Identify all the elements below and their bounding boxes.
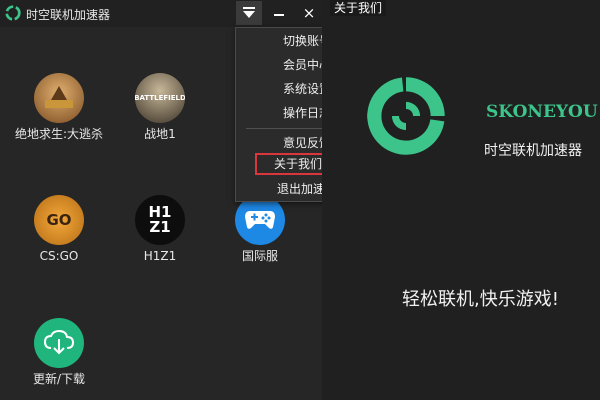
menu-icon — [243, 7, 255, 18]
pubg-icon — [34, 73, 84, 123]
menu-button[interactable] — [236, 1, 262, 25]
battlefield-icon: BATTLEFIELD — [135, 73, 185, 123]
app-title: 时空联机加速器 — [26, 8, 111, 22]
cloud-download-icon — [34, 318, 84, 368]
update-download-tile[interactable]: 更新/下载 — [14, 318, 104, 387]
brand-name-chinese: 时空联机加速器 — [484, 143, 582, 159]
about-panel: 关于我们 SKONEYOU 时空联机加速器 轻松联机,快乐游戏! — [322, 0, 600, 400]
game-label: 绝地求生:大逃杀 — [14, 127, 104, 141]
game-tile-battlefield1[interactable]: BATTLEFIELD 战地1 — [115, 73, 205, 142]
about-window-title: 关于我们 — [330, 0, 387, 16]
h1z1-icon: H1 Z1 — [135, 195, 185, 245]
game-tile-international[interactable]: 国际服 — [215, 195, 305, 264]
game-label: 国际服 — [241, 249, 278, 263]
game-label: 更新/下载 — [32, 372, 86, 386]
game-label: CS:GO — [39, 249, 79, 263]
minimize-button[interactable] — [266, 1, 292, 25]
game-tile-csgo[interactable]: GO CS:GO — [14, 195, 104, 264]
csgo-icon: GO — [34, 195, 84, 245]
game-label: H1Z1 — [143, 249, 177, 263]
close-icon: × — [302, 4, 316, 22]
app-logo-icon — [5, 5, 21, 21]
game-tile-pubg[interactable]: 绝地求生:大逃杀 — [14, 73, 104, 142]
game-tile-h1z1[interactable]: H1 Z1 H1Z1 — [115, 195, 205, 264]
title-bar: 时空联机加速器 × — [0, 0, 322, 27]
gamepad-icon — [235, 195, 285, 245]
brand-logo-icon — [367, 77, 445, 155]
minimize-icon — [274, 14, 284, 16]
slogan: 轻松联机,快乐游戏! — [402, 289, 559, 310]
game-label: 战地1 — [144, 127, 176, 141]
close-button[interactable]: × — [296, 1, 322, 25]
brand-name-english: SKONEYOU — [486, 102, 598, 122]
